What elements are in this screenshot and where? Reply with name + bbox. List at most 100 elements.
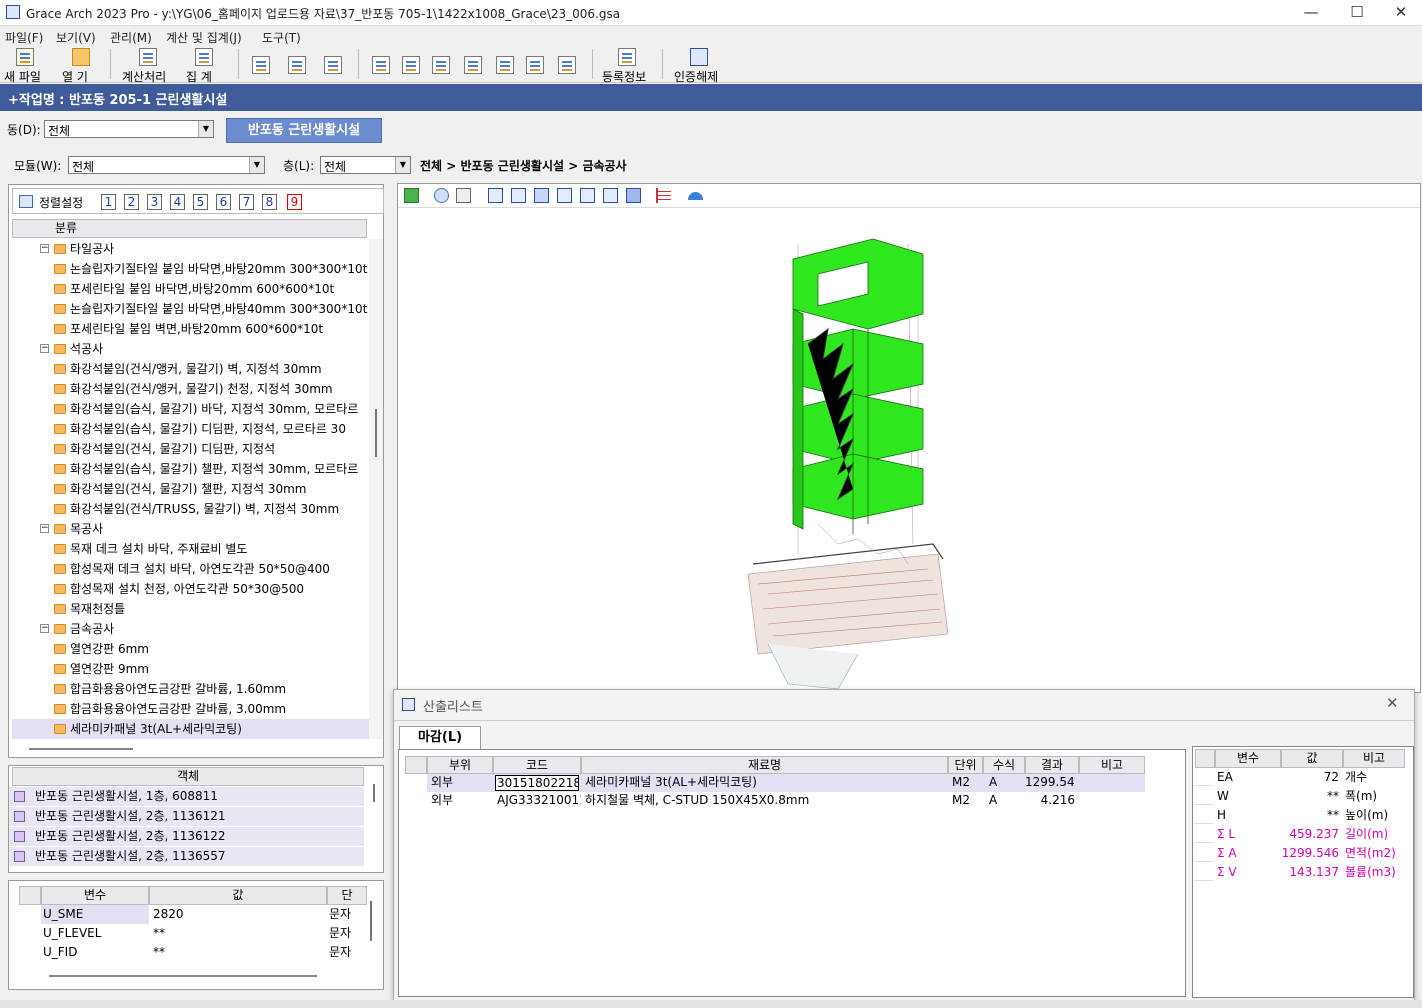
minimize-button[interactable]: —: [1288, 0, 1334, 26]
model-icon[interactable]: [404, 188, 419, 203]
view-cube-icon[interactable]: [580, 188, 595, 203]
var-name-cell[interactable]: U_FLEVEL: [41, 924, 149, 943]
list-icon[interactable]: [656, 188, 671, 203]
object-row[interactable]: 반포동 근린생활시설, 2층, 1136121: [9, 807, 364, 826]
unauth-button[interactable]: 인증해제: [674, 48, 724, 84]
scrollbar-thumb[interactable]: [375, 409, 377, 457]
sort-level-8[interactable]: 8: [262, 194, 277, 210]
tab-finish[interactable]: 마감(L): [399, 726, 481, 750]
col-part[interactable]: 부위: [427, 756, 493, 774]
tree-item[interactable]: 열연강판 6mm: [12, 639, 370, 659]
tool-button-3[interactable]: [432, 48, 452, 82]
side-var-value[interactable]: 1299.546: [1281, 844, 1339, 863]
calc-list-close-button[interactable]: ✕: [1386, 694, 1399, 712]
close-button[interactable]: ✕: [1378, 0, 1422, 26]
tab-dong[interactable]: 반포동 근린생활시설: [226, 118, 382, 143]
view-cube-icon[interactable]: [488, 188, 503, 203]
tree-hscrollbar[interactable]: [29, 748, 133, 750]
var-value-cell[interactable]: 2820: [153, 905, 323, 924]
tree-item[interactable]: 화강석붙임(건식, 물갈기) 챌판, 지정석 30mm: [12, 479, 370, 499]
col-material[interactable]: 재료명: [581, 756, 948, 774]
side-var-value[interactable]: 459.237: [1281, 825, 1339, 844]
calculate-button[interactable]: 계산처리: [122, 48, 174, 84]
row-selector[interactable]: [1195, 788, 1213, 805]
object-scrollbar[interactable]: [373, 784, 375, 802]
cell-code[interactable]: AJG333210011: [497, 791, 581, 810]
floor-select[interactable]: 전체 ▼: [320, 156, 411, 174]
view-cube-icon[interactable]: [557, 188, 572, 203]
tree-item[interactable]: 화강석붙임(건식/앵커, 물갈기) 벽, 지정석 30mm: [12, 359, 370, 379]
menu-manage[interactable]: 관리(M): [110, 29, 152, 46]
sort-level-1[interactable]: 1: [101, 194, 116, 210]
tool-button-6[interactable]: [526, 48, 546, 82]
tree-item[interactable]: 합성목재 데크 설치 바닥, 아연도각관 50*50@400: [12, 559, 370, 579]
new-file-button[interactable]: 새 파일: [4, 48, 46, 84]
side-var-value[interactable]: 72: [1281, 768, 1339, 787]
sort-level-5[interactable]: 5: [193, 194, 208, 210]
tree-item[interactable]: 화강석붙임(습식, 물갈기) 디딤판, 지정석, 모르타르 30: [12, 419, 370, 439]
cell-code[interactable]: 30151802218740: [495, 775, 579, 791]
collapse-icon[interactable]: −: [40, 344, 49, 353]
side-var-value[interactable]: **: [1281, 806, 1339, 825]
register-info-button[interactable]: 등록정보: [602, 48, 652, 84]
tool-button-7[interactable]: [558, 48, 578, 82]
row-selector[interactable]: [1195, 845, 1213, 862]
collapse-icon[interactable]: −: [40, 244, 49, 253]
tree-category[interactable]: − 석공사: [12, 339, 370, 359]
menu-view[interactable]: 보기(V): [56, 29, 96, 46]
view-cube-icon[interactable]: [626, 188, 641, 203]
var-name-cell[interactable]: U_SME: [41, 905, 149, 924]
sort-level-4[interactable]: 4: [170, 194, 185, 210]
object-row[interactable]: 반포동 근린생활시설, 1층, 608811: [9, 787, 364, 806]
aggregate-button[interactable]: 집 계: [184, 48, 224, 84]
tool-button-4[interactable]: [464, 48, 484, 82]
chevron-down-icon[interactable]: ▼: [249, 157, 264, 173]
view-cube-icon[interactable]: [511, 188, 526, 203]
tree-item[interactable]: 목재 데크 설치 바닥, 주재료비 별도: [12, 539, 370, 559]
tree-item[interactable]: 화강석붙임(건식/TRUSS, 물갈기) 벽, 지정석 30mm: [12, 499, 370, 519]
row-selector[interactable]: [1195, 807, 1213, 824]
object-row[interactable]: 반포동 근린생활시설, 2층, 1136122: [9, 827, 364, 846]
menu-tools[interactable]: 도구(T): [262, 29, 301, 46]
side-var-value[interactable]: **: [1281, 787, 1339, 806]
model-viewport[interactable]: [397, 183, 1421, 693]
dong-select[interactable]: 전체 ▼: [44, 120, 214, 138]
row-selector[interactable]: [1195, 826, 1213, 843]
tool-button-2[interactable]: [402, 48, 422, 82]
col-formula[interactable]: 수식: [983, 756, 1025, 774]
var-scrollbar[interactable]: [370, 901, 372, 941]
tree-item[interactable]: 포세린타일 붙임 바닥면,바탕20mm 600*600*10t: [12, 279, 370, 299]
tree-item[interactable]: 합금화용융아연도금강판 갈바륨, 3.00mm: [12, 699, 370, 719]
search-button[interactable]: [288, 48, 308, 82]
tree-category[interactable]: − 금속공사: [12, 619, 370, 639]
col-result[interactable]: 결과: [1025, 756, 1079, 774]
tree-item[interactable]: 합성목재 설치 천정, 아연도각관 50*30@500: [12, 579, 370, 599]
object-row[interactable]: 반포동 근린생활시설, 2층, 1136557: [9, 847, 364, 866]
tree-item[interactable]: 논슬립자기질타일 붙임 바닥면,바탕40mm 300*300*10t: [12, 299, 370, 319]
row-selector[interactable]: [1195, 864, 1213, 881]
tool-button-5[interactable]: [496, 48, 516, 82]
tree-item[interactable]: 화강석붙임(습식, 물갈기) 챌판, 지정석 30mm, 모르타르: [12, 459, 370, 479]
collapse-icon[interactable]: −: [40, 524, 49, 533]
tool-button-1[interactable]: [372, 48, 392, 82]
tree-item[interactable]: 세라미카패널 3t(AL+세라믹코팅): [12, 719, 370, 739]
chevron-down-icon[interactable]: ▼: [198, 121, 213, 137]
tree-category[interactable]: − 목공사: [12, 519, 370, 539]
var-value-cell[interactable]: **: [153, 943, 323, 962]
chevron-down-icon[interactable]: ▼: [395, 157, 410, 173]
tree-item[interactable]: 화강석붙임(건식/앵커, 물갈기) 천정, 지정석 30mm: [12, 379, 370, 399]
var-value-cell[interactable]: **: [153, 924, 323, 943]
cloud-icon[interactable]: [688, 192, 703, 200]
tree-item[interactable]: 화강석붙임(건식, 물갈기) 디딤판, 지정석: [12, 439, 370, 459]
print-button[interactable]: [324, 48, 344, 82]
menu-file[interactable]: 파일(F): [5, 29, 43, 46]
col-note[interactable]: 비고: [1079, 756, 1145, 774]
tree-item[interactable]: 논슬립자기질타일 붙임 바닥면,바탕20mm 300*300*10t: [12, 259, 370, 279]
module-select[interactable]: 전체 ▼: [68, 156, 265, 174]
sort-level-7[interactable]: 7: [239, 194, 254, 210]
tree-category[interactable]: − 타일공사: [12, 239, 370, 259]
collapse-icon[interactable]: −: [40, 624, 49, 633]
layers-icon[interactable]: [456, 188, 471, 203]
open-button[interactable]: 열 기: [60, 48, 100, 84]
sort-level-6[interactable]: 6: [216, 194, 231, 210]
